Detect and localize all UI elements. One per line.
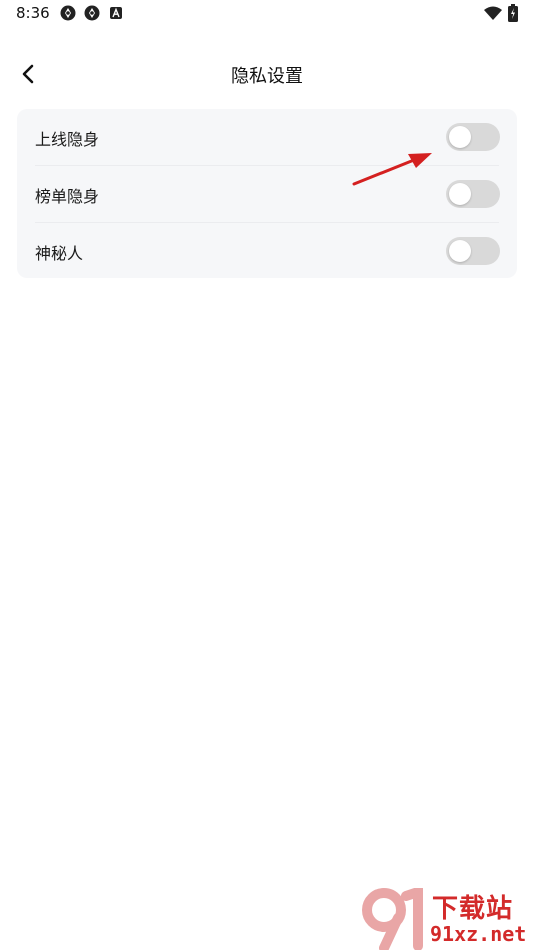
setting-row-online-invisible: 上线隐身 xyxy=(17,109,517,166)
ranking-invisible-toggle[interactable] xyxy=(446,180,500,208)
toggle-knob xyxy=(449,183,471,205)
mystery-person-toggle[interactable] xyxy=(446,237,500,265)
a-badge-icon xyxy=(110,7,122,19)
wifi-icon xyxy=(484,6,502,20)
setting-label: 上线隐身 xyxy=(35,130,100,149)
privacy-settings-card: 上线隐身 榜单隐身 神秘人 xyxy=(17,109,517,278)
setting-row-mystery-person: 神秘人 xyxy=(17,223,517,280)
watermark-brand: 下载站 xyxy=(432,894,514,924)
watermark-logo: 下载站 91xz.net xyxy=(362,888,534,950)
app-notification-icon xyxy=(84,5,100,21)
status-bar: 8:36 xyxy=(0,0,534,28)
nav-bar: 隐私设置 xyxy=(0,52,534,96)
watermark-domain: 91xz.net xyxy=(430,922,527,946)
online-invisible-toggle[interactable] xyxy=(446,123,500,151)
toggle-knob xyxy=(449,240,471,262)
app-notification-icon xyxy=(60,5,76,21)
page-title: 隐私设置 xyxy=(231,66,303,87)
toggle-knob xyxy=(449,126,471,148)
annotation-arrow xyxy=(352,153,432,186)
status-time: 8:36 xyxy=(16,4,50,22)
setting-label: 榜单隐身 xyxy=(35,187,100,206)
watermark-91-glyph xyxy=(362,888,423,950)
setting-label: 神秘人 xyxy=(35,244,84,263)
battery-charging-icon xyxy=(508,4,518,22)
setting-row-ranking-invisible: 榜单隐身 xyxy=(17,166,517,223)
